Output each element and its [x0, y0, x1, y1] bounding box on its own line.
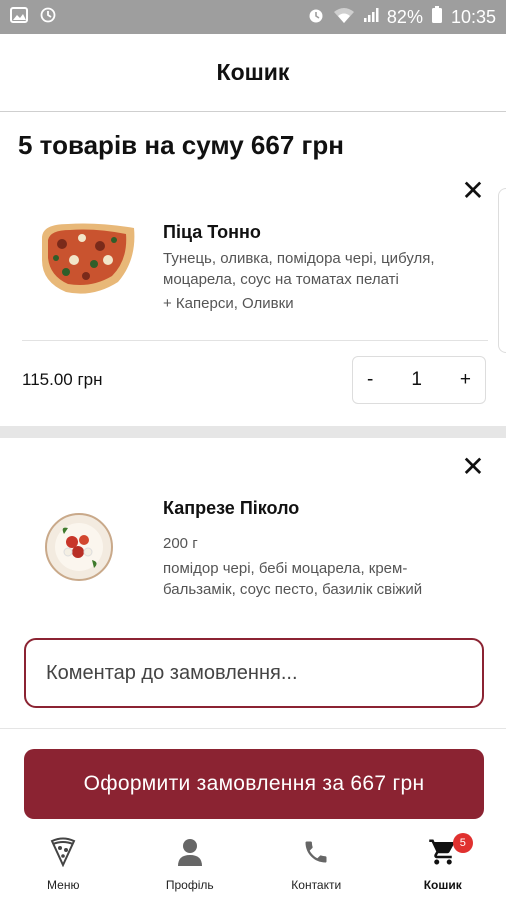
quantity-value: 1 — [411, 369, 422, 390]
battery-icon — [431, 5, 443, 29]
scroll-handle[interactable] — [498, 188, 506, 353]
tab-profile[interactable]: Профіль — [127, 828, 254, 900]
item-name: Капрезе Піколо — [163, 498, 300, 518]
app-header: Кошик — [0, 34, 506, 112]
remove-item-button[interactable]: ✕ — [458, 452, 488, 482]
alarm-icon — [307, 6, 325, 29]
cart-item: ✕ Капрезе Піколо 200 г помідор чері, беб… — [0, 438, 506, 628]
tab-contacts[interactable]: Контакти — [253, 828, 380, 900]
item-weight: 200 г — [163, 535, 198, 552]
clock-icon — [40, 7, 56, 28]
item-name: Піца Тонно — [163, 222, 261, 242]
tab-label: Профіль — [165, 878, 214, 892]
tab-label: Контакти — [291, 878, 342, 892]
battery-percent: 82% — [386, 6, 423, 27]
bottom-navigation: Меню Профіль Контакти 5 Кошик — [0, 828, 506, 900]
pizza-image — [38, 220, 138, 301]
increase-quantity-button[interactable]: + — [460, 369, 471, 391]
item-description: помідор чері, бебі моцарела, крем-бальза… — [163, 560, 423, 598]
wifi-icon — [333, 7, 355, 28]
status-bar: 82% 10:35 — [0, 0, 506, 34]
tab-label: Меню — [47, 878, 80, 892]
phone-icon — [302, 836, 330, 868]
section-separator — [0, 426, 506, 438]
tab-menu[interactable]: Меню — [0, 828, 127, 900]
item-extras: + Каперси, Оливки — [163, 295, 294, 312]
checkout-button[interactable]: Оформити замовлення за 667 грн — [24, 749, 484, 819]
quantity-stepper: - 1 + — [352, 356, 486, 404]
tab-label: Кошик — [423, 878, 462, 892]
item-price: 115.00 грн — [22, 370, 103, 389]
item-description: Тунець, оливка, помідора чері, цибуля, м… — [163, 250, 435, 288]
signal-icon — [363, 7, 379, 28]
order-comment-input[interactable] — [24, 638, 484, 708]
caprese-image — [44, 512, 114, 587]
cart-count-badge: 5 — [452, 833, 473, 853]
cart-summary: 5 товарів на суму 667 грн — [18, 130, 344, 160]
clock-time: 10:35 — [450, 6, 496, 27]
page-title: Кошик — [216, 59, 290, 85]
image-icon — [10, 6, 28, 28]
tab-cart[interactable]: 5 Кошик — [380, 828, 506, 900]
user-icon — [177, 836, 203, 868]
decrease-quantity-button[interactable]: - — [367, 369, 373, 391]
cart-item: ✕ Піца Тонно Тунець, оливка, помідора че… — [0, 170, 506, 426]
remove-item-button[interactable]: ✕ — [458, 176, 488, 206]
divider — [0, 728, 506, 729]
divider — [22, 340, 488, 341]
pizza-slice-icon — [50, 836, 76, 868]
